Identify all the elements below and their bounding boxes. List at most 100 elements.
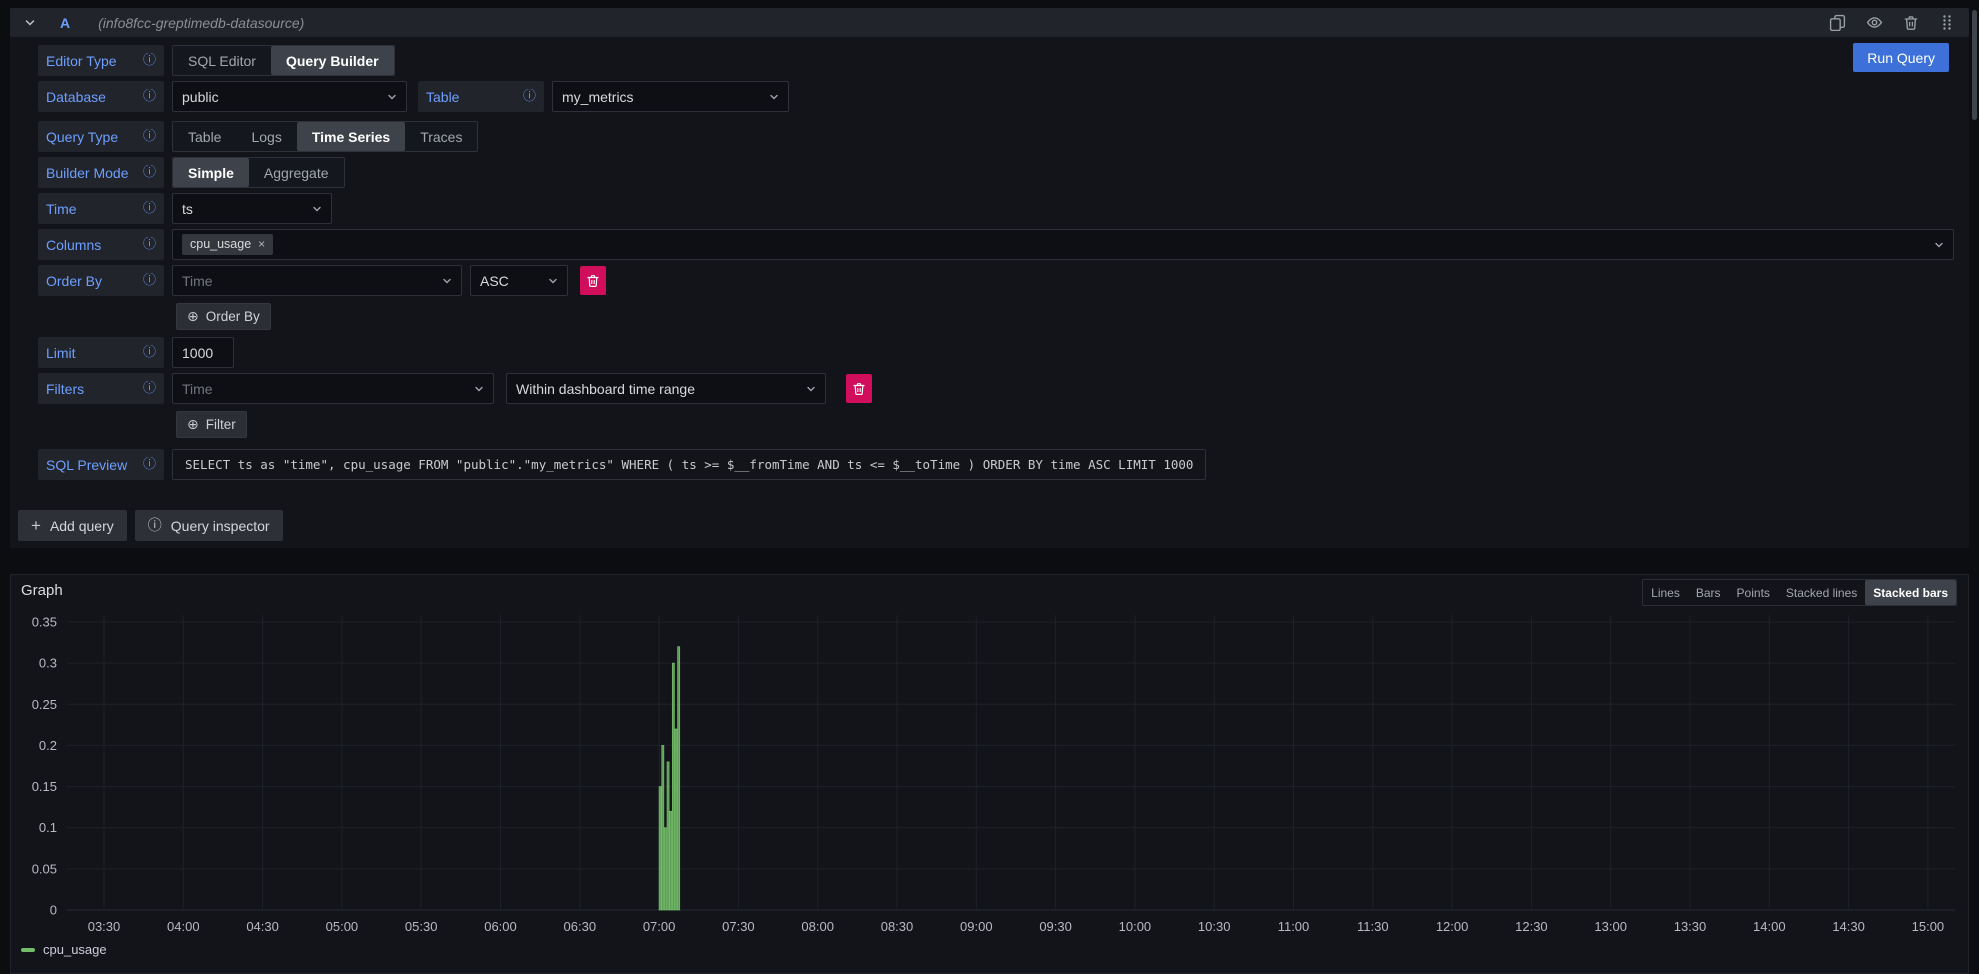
filter-condition-value: Within dashboard time range <box>516 381 695 397</box>
remove-tag-icon[interactable]: × <box>258 237 265 251</box>
query-type-option-table[interactable]: Table <box>173 122 236 151</box>
drag-handle grip-icon[interactable] <box>1939 14 1955 31</box>
time-column-value: ts <box>182 201 193 217</box>
editor-type-label: Editor Type ⓘ <box>38 45 164 76</box>
info-icon[interactable]: ⓘ <box>143 274 156 287</box>
svg-text:10:30: 10:30 <box>1198 919 1231 934</box>
svg-text:0.15: 0.15 <box>32 779 57 794</box>
svg-text:06:00: 06:00 <box>484 919 517 934</box>
remove-order-by-button[interactable] <box>580 266 606 295</box>
svg-text:04:30: 04:30 <box>246 919 279 934</box>
remove-filter-button[interactable] <box>846 374 872 403</box>
filter-column-placeholder: Time <box>182 381 213 397</box>
order-by-label: Order By ⓘ <box>38 265 164 296</box>
time-series-chart: 00.050.10.150.20.250.30.3503:3004:0004:3… <box>11 575 1968 972</box>
chevron-down-icon <box>806 384 816 394</box>
toggle-visibility-button eye-icon[interactable] <box>1866 14 1883 31</box>
query-inspector-button[interactable]: ⓘ Query inspector <box>135 510 283 541</box>
svg-text:05:00: 05:00 <box>326 919 359 934</box>
limit-input[interactable] <box>172 337 234 368</box>
database-label: Database ⓘ <box>38 81 164 112</box>
info-icon[interactable]: ⓘ <box>143 458 156 471</box>
editor-type-label-text: Editor Type <box>46 53 117 69</box>
table-label: Table ⓘ <box>418 81 544 112</box>
sql-preview-label-text: SQL Preview <box>46 457 127 473</box>
legend-label: cpu_usage <box>43 942 107 957</box>
info-icon[interactable]: ⓘ <box>143 90 156 103</box>
time-column-select[interactable]: ts <box>172 193 332 224</box>
chevron-down-icon <box>769 92 779 102</box>
row-builder-mode: Builder Mode ⓘ Simple Aggregate <box>38 157 1954 188</box>
database-select[interactable]: public <box>172 81 407 112</box>
delete-query-button trash-icon[interactable] <box>1903 15 1919 31</box>
query-type-option-time-series[interactable]: Time Series <box>297 122 405 151</box>
add-query-button[interactable]: + Add query <box>18 510 127 541</box>
svg-text:12:00: 12:00 <box>1436 919 1469 934</box>
filter-column-select[interactable]: Time <box>172 373 494 404</box>
query-type-option-logs[interactable]: Logs <box>236 122 296 151</box>
order-by-column-placeholder: Time <box>182 273 213 289</box>
info-icon[interactable]: ⓘ <box>143 130 156 143</box>
table-select[interactable]: my_metrics <box>552 81 789 112</box>
svg-text:14:00: 14:00 <box>1753 919 1786 934</box>
builder-mode-option-aggregate[interactable]: Aggregate <box>249 158 344 187</box>
info-icon[interactable]: ⓘ <box>523 90 536 103</box>
sql-preview-label: SQL Preview ⓘ <box>38 449 164 480</box>
add-order-by-button[interactable]: ⊕ Order By <box>176 303 271 330</box>
info-icon[interactable]: ⓘ <box>143 346 156 359</box>
svg-text:13:00: 13:00 <box>1594 919 1627 934</box>
row-database-table: Database ⓘ public Table ⓘ my_metrics <box>38 81 1954 112</box>
duplicate-query-button copy-icon[interactable] <box>1829 14 1846 31</box>
chevron-down-icon <box>548 276 558 286</box>
add-filter-button[interactable]: ⊕ Filter <box>176 411 247 438</box>
svg-text:10:00: 10:00 <box>1119 919 1152 934</box>
editor-type-option-sql-editor[interactable]: SQL Editor <box>173 46 271 75</box>
order-by-direction-value: ASC <box>480 273 509 289</box>
row-limit: Limit ⓘ <box>38 337 1954 368</box>
graph-panel: Graph Lines Bars Points Stacked lines St… <box>10 574 1969 974</box>
columns-label-text: Columns <box>46 237 101 253</box>
svg-text:12:30: 12:30 <box>1515 919 1548 934</box>
database-value: public <box>182 89 219 105</box>
svg-text:03:30: 03:30 <box>88 919 121 934</box>
row-editor-type: Editor Type ⓘ SQL Editor Query Builder <box>38 45 1954 76</box>
datasource-name: (info8fcc-greptimedb-datasource) <box>98 15 304 31</box>
info-icon[interactable]: ⓘ <box>143 238 156 251</box>
svg-text:0.1: 0.1 <box>39 820 57 835</box>
chevron-down-icon <box>312 204 322 214</box>
query-header[interactable]: A (info8fcc-greptimedb-datasource) <box>10 8 1969 37</box>
info-icon[interactable]: ⓘ <box>143 202 156 215</box>
legend-item-cpu-usage[interactable]: cpu_usage <box>21 942 107 957</box>
limit-label: Limit ⓘ <box>38 337 164 368</box>
info-icon[interactable]: ⓘ <box>143 166 156 179</box>
filter-condition-select[interactable]: Within dashboard time range <box>506 373 826 404</box>
query-type-label-text: Query Type <box>46 129 118 145</box>
row-sql-preview: SQL Preview ⓘ SELECT ts as "time", cpu_u… <box>38 449 1954 480</box>
add-order-by-label: Order By <box>206 309 260 324</box>
table-value: my_metrics <box>562 89 634 105</box>
builder-mode-label: Builder Mode ⓘ <box>38 157 164 188</box>
row-query-type: Query Type ⓘ Table Logs Time Series Trac… <box>38 121 1954 152</box>
run-query-button[interactable]: Run Query <box>1853 43 1949 72</box>
info-icon[interactable]: ⓘ <box>143 382 156 395</box>
chevron-down-icon <box>387 92 397 102</box>
svg-text:07:00: 07:00 <box>643 919 676 934</box>
query-type-option-traces[interactable]: Traces <box>405 122 477 151</box>
columns-multiselect[interactable]: cpu_usage × <box>172 229 1954 260</box>
scrollbar[interactable] <box>1972 10 1977 120</box>
info-icon[interactable]: ⓘ <box>143 54 156 67</box>
query-inspector-label: Query inspector <box>171 518 270 534</box>
editor-type-option-query-builder[interactable]: Query Builder <box>271 46 394 75</box>
builder-mode-label-text: Builder Mode <box>46 165 129 181</box>
chevron-down-icon[interactable] <box>24 17 36 29</box>
sql-preview-text: SELECT ts as "time", cpu_usage FROM "pub… <box>172 449 1206 480</box>
order-by-direction-select[interactable]: ASC <box>470 265 568 296</box>
builder-mode-option-simple[interactable]: Simple <box>173 158 249 187</box>
chevron-down-icon <box>474 384 484 394</box>
column-tag[interactable]: cpu_usage × <box>182 234 273 255</box>
builder-mode-toggle: Simple Aggregate <box>172 157 345 188</box>
svg-text:0.35: 0.35 <box>32 615 57 630</box>
query-type-label: Query Type ⓘ <box>38 121 164 152</box>
order-by-column-select[interactable]: Time <box>172 265 462 296</box>
svg-text:11:30: 11:30 <box>1357 919 1389 934</box>
